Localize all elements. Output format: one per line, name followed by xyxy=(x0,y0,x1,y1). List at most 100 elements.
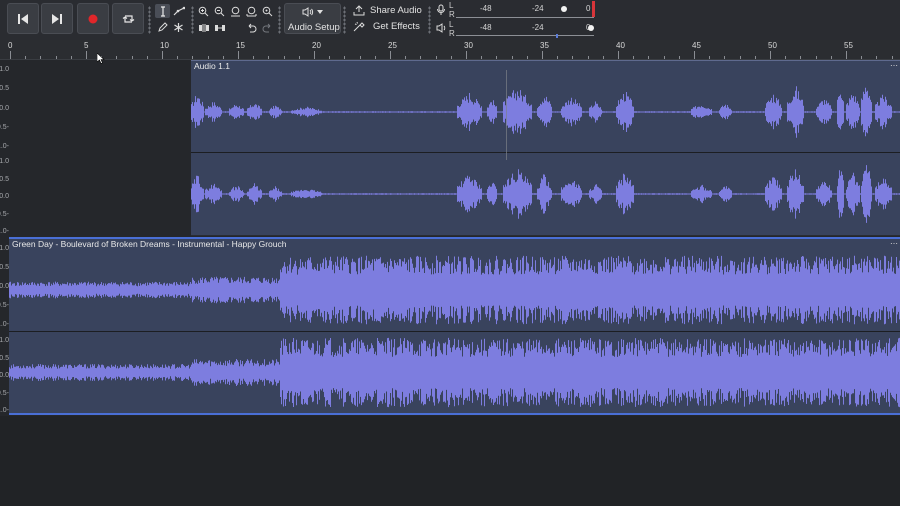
trim-outside-button[interactable] xyxy=(196,20,211,34)
ruler-tick-label: 40 xyxy=(616,41,625,50)
audio-clip-2[interactable]: Green Day - Boulevard of Broken Dreams -… xyxy=(9,237,900,415)
ruler-tick-label: 30 xyxy=(464,41,473,50)
multi-tool-button[interactable] xyxy=(171,20,186,34)
fit-selection-button[interactable] xyxy=(228,4,243,18)
toolbar-grip[interactable] xyxy=(191,6,194,34)
ruler-tick-label: 15 xyxy=(236,41,245,50)
clip-title: Green Day - Boulevard of Broken Dreams -… xyxy=(12,239,287,249)
loop-button[interactable] xyxy=(112,3,144,34)
skip-to-start-button[interactable] xyxy=(7,3,39,34)
ruler-tick-mark xyxy=(222,56,224,59)
zoom-in-button[interactable] xyxy=(196,4,211,18)
meter-label: -48 xyxy=(480,4,492,13)
toolbar: Audio Setup Share Audio Get Effects L R … xyxy=(0,0,900,41)
ruler-tick-mark xyxy=(770,51,771,59)
amplitude-scale-label: -0.5 xyxy=(0,302,9,309)
ruler-tick-mark xyxy=(374,56,376,59)
fit-project-button[interactable] xyxy=(244,4,259,18)
ruler-tick-mark xyxy=(253,56,255,59)
asterisk-icon xyxy=(174,22,183,32)
get-effects-button[interactable]: Get Effects xyxy=(351,19,423,34)
waveform xyxy=(9,337,900,408)
audio-clip-1[interactable]: Audio 1.1 ⋯ xyxy=(191,60,900,236)
toolbar-grip[interactable] xyxy=(343,6,346,34)
ruler-tick-mark xyxy=(466,51,467,59)
ruler-tick-mark xyxy=(785,56,787,59)
ruler-tick-mark xyxy=(390,51,391,59)
ruler-tick-mark xyxy=(891,56,893,59)
speaker-icon xyxy=(302,7,314,17)
silence-selection-button[interactable] xyxy=(212,20,227,34)
ruler-tick-mark xyxy=(268,56,270,59)
toolbar-grip[interactable] xyxy=(428,6,431,34)
ruler-tick-mark xyxy=(481,56,483,59)
recording-level-slider-knob[interactable] xyxy=(561,6,567,12)
microphone-icon xyxy=(437,4,445,15)
redo-button[interactable] xyxy=(260,20,275,34)
amplitude-scale-label: -1.0 xyxy=(0,228,9,235)
ruler-tick-mark xyxy=(846,51,847,59)
amplitude-scale-label: 0.5 xyxy=(0,175,9,183)
ruler-tick-mark xyxy=(511,56,513,59)
ruler-tick-label: 20 xyxy=(312,41,321,50)
undo-button[interactable] xyxy=(244,20,259,34)
ruler-tick-label: 35 xyxy=(540,41,549,50)
ruler-tick-mark xyxy=(55,56,57,59)
ruler-tick-mark xyxy=(10,51,11,59)
audio-setup-button[interactable]: Audio Setup xyxy=(284,3,341,34)
ruler-tick-mark xyxy=(40,56,42,59)
zoom-toggle-icon xyxy=(262,6,273,16)
ruler-tick-mark xyxy=(709,56,711,59)
meter-track xyxy=(456,35,594,36)
text-cursor-icon xyxy=(160,5,165,17)
ruler-tick-mark xyxy=(587,56,589,59)
record-button[interactable] xyxy=(77,3,109,34)
ruler-tick-mark xyxy=(450,56,452,59)
skip-to-end-button[interactable] xyxy=(41,3,73,34)
clip-menu-icon[interactable]: ⋯ xyxy=(890,61,898,70)
ruler-tick-mark xyxy=(633,56,635,59)
recording-meter[interactable]: L R -48 -24 0 xyxy=(436,1,598,19)
ruler-tick-mark xyxy=(496,56,498,59)
playback-meter[interactable]: L R -48 -24 0 xyxy=(436,20,598,38)
amplitude-scale-label: 1.0 xyxy=(0,66,9,73)
draw-tool-button[interactable] xyxy=(155,20,170,34)
empty-track-region xyxy=(9,60,191,236)
zoom-out-button[interactable] xyxy=(212,4,227,18)
ruler-tick-mark xyxy=(663,56,665,59)
ruler-tick-label: 0 xyxy=(8,41,13,50)
share-audio-label: Share Audio xyxy=(370,5,422,16)
ruler-tick-mark xyxy=(724,56,726,59)
skip-to-end-icon xyxy=(52,13,62,24)
meter-peak-indicator xyxy=(592,1,595,17)
ruler-tick-mark xyxy=(25,56,27,59)
ruler-tick-mark xyxy=(86,51,87,59)
selection-tool-button[interactable] xyxy=(155,4,170,18)
amplitude-scale-label: -0.5 xyxy=(0,389,9,397)
amplitude-scale-label: 0.0 xyxy=(0,193,9,200)
ruler-tick-label: 5 xyxy=(84,41,89,50)
share-audio-button[interactable]: Share Audio xyxy=(351,3,423,18)
toolbar-grip[interactable] xyxy=(278,6,281,34)
ruler-tick-mark xyxy=(298,56,300,59)
speaker-icon xyxy=(436,23,446,33)
ruler-tick-mark xyxy=(557,56,559,59)
ruler-tick-mark xyxy=(314,51,315,59)
clip-menu-icon[interactable]: ⋯ xyxy=(890,239,898,248)
loop-icon xyxy=(122,14,134,23)
meter-label: -24 xyxy=(532,23,544,32)
ruler-tick-mark xyxy=(830,56,832,59)
play-position-indicator xyxy=(506,70,507,160)
meter-channel-r: R xyxy=(449,29,455,38)
timeline-ruler[interactable]: 0 5 10 15 20 25 30 35 40 45 50 55 xyxy=(0,40,900,60)
zoom-toggle-button[interactable] xyxy=(260,4,275,18)
silence-icon xyxy=(214,24,225,31)
clip-title: Audio 1.1 xyxy=(194,61,230,71)
zoom-in-icon xyxy=(198,6,209,16)
ruler-tick-mark xyxy=(420,56,422,59)
envelope-tool-button[interactable] xyxy=(171,4,186,18)
playback-level-slider-knob[interactable] xyxy=(588,25,594,31)
amplitude-scale-label: -0.5 xyxy=(0,210,9,218)
toolbar-grip[interactable] xyxy=(148,6,151,34)
waveform xyxy=(191,165,900,223)
